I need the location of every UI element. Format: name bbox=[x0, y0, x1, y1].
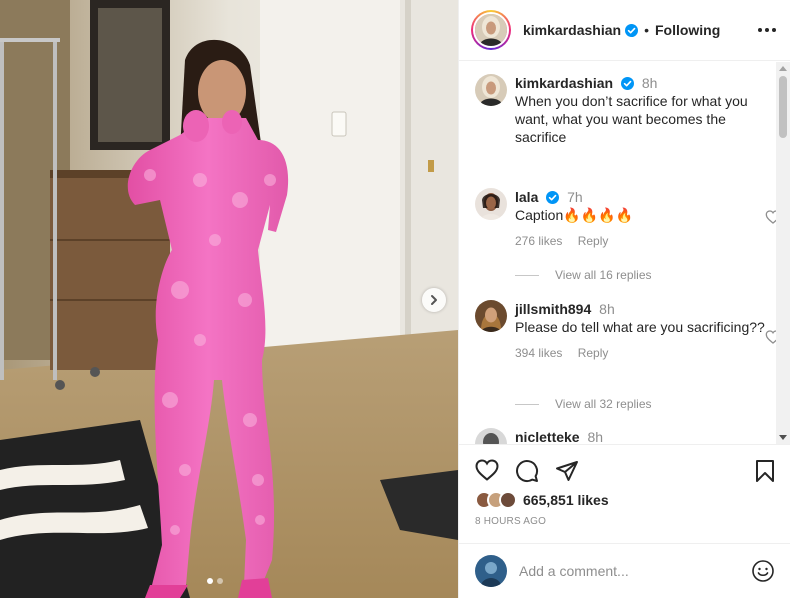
comment-text: Please do tell what are you sacrificing?… bbox=[515, 319, 765, 335]
smiley-icon[interactable] bbox=[751, 559, 775, 583]
chevron-right-icon bbox=[431, 295, 437, 305]
commenter-avatar[interactable] bbox=[475, 300, 507, 332]
comment-likes[interactable]: 394 likes bbox=[515, 346, 562, 360]
ellipsis-icon[interactable] bbox=[758, 22, 776, 38]
post-header: kimkardashian • Following bbox=[459, 0, 790, 61]
caption-text: When you don’t sacrifice for what you wa… bbox=[515, 93, 748, 145]
comment-time: 7h bbox=[567, 189, 583, 205]
commenter-avatar[interactable] bbox=[475, 428, 507, 444]
reply-button[interactable]: Reply bbox=[578, 234, 609, 248]
view-replies-button[interactable]: View all 16 replies bbox=[515, 268, 652, 282]
comment-text: Caption🔥🔥🔥🔥 bbox=[515, 207, 633, 223]
liker-avatars bbox=[475, 491, 517, 509]
view-replies-label: View all 16 replies bbox=[555, 268, 652, 282]
following-button[interactable]: Following bbox=[655, 22, 720, 38]
verified-badge-icon bbox=[625, 23, 639, 37]
heart-icon[interactable] bbox=[475, 459, 499, 481]
author-username[interactable]: kimkardashian bbox=[523, 22, 621, 38]
caption-time: 8h bbox=[641, 75, 658, 91]
current-user-avatar bbox=[475, 555, 507, 587]
caption-avatar[interactable] bbox=[475, 74, 507, 106]
scroll-down-arrow-icon[interactable] bbox=[779, 435, 787, 440]
header-separator: • bbox=[644, 22, 649, 38]
likes-summary[interactable]: 665,851 likes bbox=[475, 491, 609, 509]
comment-item: jillsmith894 8h Please do tell what are … bbox=[475, 300, 765, 362]
caption: kimkardashian 8h When you don’t sacrific… bbox=[475, 74, 765, 146]
post-timestamp: 8 HOURS AGO bbox=[475, 516, 547, 527]
view-replies-label: View all 32 replies bbox=[555, 397, 652, 411]
commenter-avatar[interactable] bbox=[475, 188, 507, 220]
post-sidebar: kimkardashian • Following kimkardashian … bbox=[458, 0, 790, 598]
likes-count[interactable]: 665,851 likes bbox=[523, 492, 609, 508]
comment-composer bbox=[459, 543, 790, 598]
post-media bbox=[0, 0, 458, 598]
scrollbar-thumb[interactable] bbox=[779, 76, 787, 138]
comment-username[interactable]: jillsmith894 bbox=[515, 301, 591, 317]
author-avatar-image bbox=[475, 14, 507, 46]
carousel-dot-active bbox=[207, 578, 213, 584]
comment-item: nicletteke 8h bbox=[475, 428, 765, 444]
carousel-dot bbox=[217, 578, 223, 584]
bookmark-icon[interactable] bbox=[755, 459, 775, 483]
comment-username[interactable]: lala bbox=[515, 189, 538, 205]
comment-time: 8h bbox=[587, 429, 604, 444]
verified-badge-icon bbox=[620, 77, 634, 90]
comment-time: 8h bbox=[599, 301, 615, 317]
next-photo-button[interactable] bbox=[422, 288, 446, 312]
paper-plane-icon[interactable] bbox=[555, 459, 579, 483]
comments-list[interactable]: kimkardashian 8h When you don’t sacrific… bbox=[459, 62, 790, 444]
post-photo bbox=[0, 0, 458, 598]
comment-username[interactable]: nicletteke bbox=[515, 429, 580, 444]
view-replies-button[interactable]: View all 32 replies bbox=[515, 397, 652, 411]
comment-item: lala 7h Caption🔥🔥🔥🔥 276 likes Reply bbox=[475, 188, 765, 250]
verified-badge-icon bbox=[546, 191, 560, 204]
comments-scrollbar[interactable] bbox=[776, 62, 790, 444]
reply-button[interactable]: Reply bbox=[578, 346, 609, 360]
comment-likes[interactable]: 276 likes bbox=[515, 234, 562, 248]
author-avatar[interactable] bbox=[471, 10, 511, 50]
post-actions: 665,851 likes 8 HOURS AGO bbox=[459, 444, 790, 534]
caption-username[interactable]: kimkardashian bbox=[515, 75, 613, 91]
carousel-indicator bbox=[207, 578, 223, 584]
comment-icon[interactable] bbox=[515, 459, 539, 483]
scroll-up-arrow-icon[interactable] bbox=[779, 66, 787, 71]
comment-input[interactable] bbox=[519, 563, 729, 579]
